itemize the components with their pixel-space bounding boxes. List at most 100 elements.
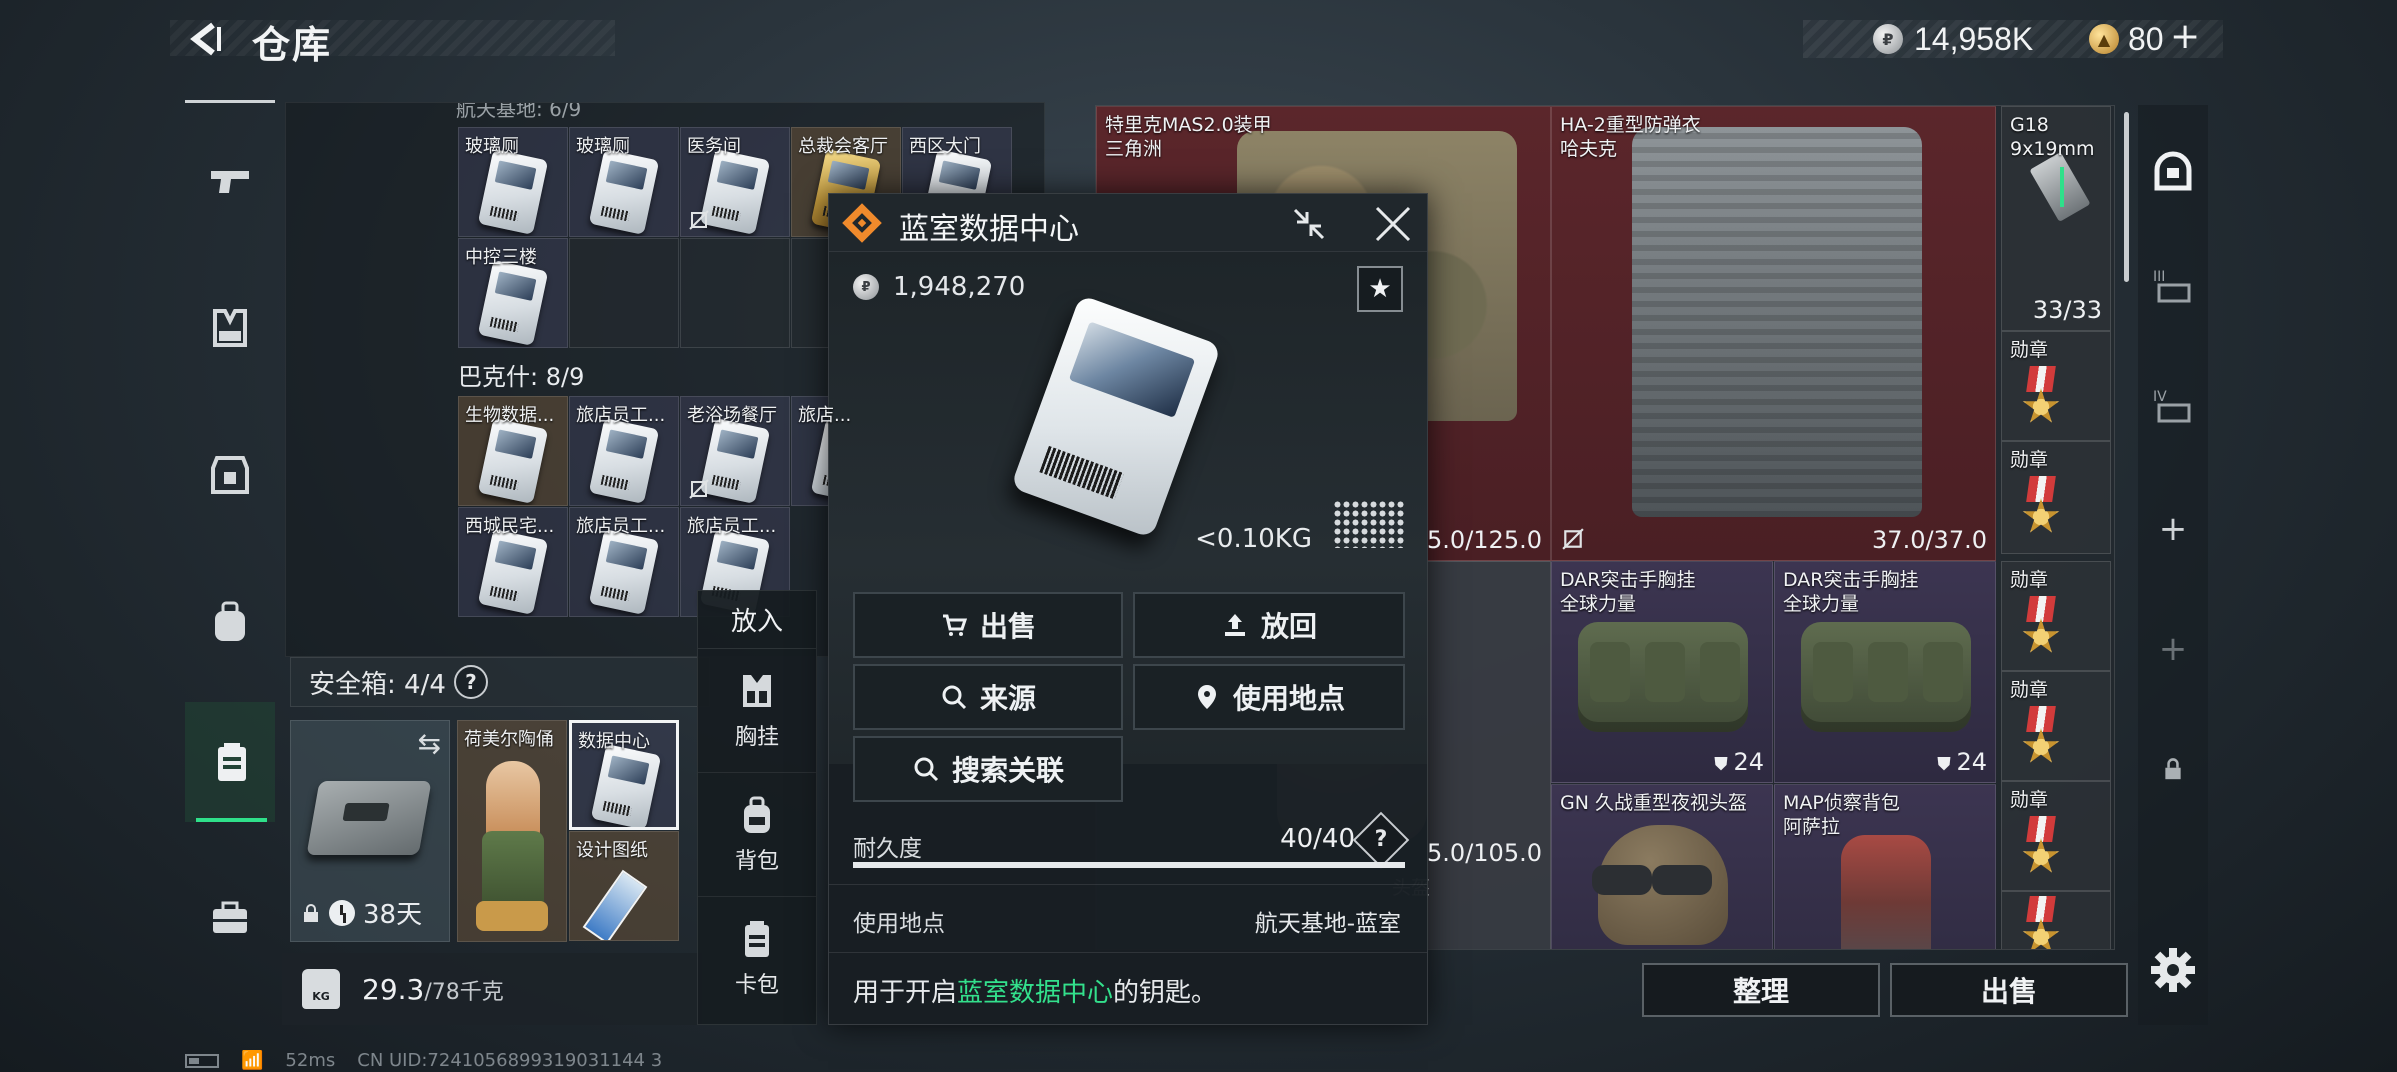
- search-related-label: 搜索关联: [951, 754, 1064, 787]
- keycard-image: [477, 418, 549, 504]
- pistol-laser: [2060, 167, 2064, 207]
- svg-text:IV: IV: [2153, 389, 2167, 405]
- source-button[interactable]: 来源: [853, 664, 1123, 730]
- backpack-slot[interactable]: MAP侦察背包 阿萨拉: [1774, 784, 1996, 949]
- wifi-icon: 📶: [241, 1050, 264, 1071]
- key-slot[interactable]: 中控三楼: [458, 238, 568, 348]
- item-size-grid-icon: [1333, 500, 1405, 548]
- medal-slot[interactable]: 勋章: [2001, 671, 2111, 781]
- use-location-button[interactable]: 使用地点: [1133, 664, 1405, 730]
- add-currency-button[interactable]: +: [2170, 16, 2200, 57]
- medal-slot[interactable]: 勋章: [2001, 331, 2111, 441]
- key-slot[interactable]: 医务间: [680, 127, 790, 237]
- equipment-icon: [2154, 151, 2192, 191]
- collapse-icon[interactable]: [1289, 204, 1329, 244]
- back-arrow-icon: [190, 22, 221, 56]
- armor2-durability: 37.0/37.0: [1872, 526, 1987, 554]
- safebox-label: 安全箱: 4/4: [309, 669, 446, 700]
- durability-help-button[interactable]: ?: [1352, 811, 1410, 869]
- nav-briefcase[interactable]: [185, 858, 275, 978]
- armor-slot-2[interactable]: HA-2重型防弹衣 哈夫克 37.0/37.0: [1551, 106, 1996, 561]
- pistol-slot[interactable]: G18 9x19mm 33/33: [2001, 106, 2111, 331]
- sell-cart-icon: [942, 614, 968, 636]
- settings-gear-icon[interactable]: [2148, 945, 2198, 995]
- lock-icon: [2165, 758, 2181, 780]
- figurine-slot[interactable]: 荷美尔陶俑: [457, 720, 567, 942]
- chest-rig-slot-2[interactable]: DAR突击手胸挂 全球力量 ⛊ 24: [1774, 561, 1996, 783]
- key-slot[interactable]: 旅店员工...: [569, 396, 679, 506]
- put-in-card-case[interactable]: 卡包: [698, 897, 816, 1021]
- chest-rig-slot-1[interactable]: DAR突击手胸挂 全球力量 ⛊ 24: [1551, 561, 1773, 783]
- use-location-row-label: 使用地点: [853, 911, 945, 937]
- key-slot[interactable]: 老浴场餐厅: [680, 396, 790, 506]
- medal-label: 勋章: [2010, 679, 2049, 701]
- nav-weapons[interactable]: [185, 120, 275, 240]
- desc-highlight: 蓝室数据中心: [957, 978, 1114, 1008]
- keycard-image: [588, 149, 660, 235]
- key-label: 旅店员工...: [576, 405, 666, 426]
- safebox-header: 安全箱: 4/4 ?: [290, 657, 710, 707]
- keycard-image: [477, 260, 549, 346]
- data-center-key-slot[interactable]: 数据中心: [569, 720, 679, 830]
- key-slot[interactable]: 玻璃厕: [458, 127, 568, 237]
- favorite-star-button[interactable]: ★: [1357, 266, 1403, 312]
- key-label: 西区大门: [909, 136, 981, 157]
- medal-slot[interactable]: 勋章: [2001, 781, 2111, 891]
- medal-slot[interactable]: [2001, 891, 2111, 949]
- item-price: ₽ 1,948,270: [853, 272, 1025, 302]
- safebox-help-button[interactable]: ?: [453, 665, 488, 699]
- medal-icon: [2016, 596, 2066, 654]
- rig1-count: 24: [1733, 748, 1764, 776]
- sell-all-button[interactable]: 出售: [1890, 963, 2128, 1017]
- nav-armor[interactable]: [185, 415, 275, 535]
- empty-slot[interactable]: [569, 238, 679, 348]
- key-slot[interactable]: 玻璃厕: [569, 127, 679, 237]
- key-label: 老浴场餐厅: [687, 405, 777, 426]
- nav-chest-rig[interactable]: [185, 268, 275, 388]
- backpack-image: [1841, 835, 1931, 949]
- sort-button[interactable]: 整理: [1642, 963, 1880, 1017]
- rig2-label: DAR突击手胸挂 全球力量: [1783, 569, 1919, 615]
- put-in-menu: 放入 胸挂 背包 卡包: [697, 590, 817, 1025]
- sell-button[interactable]: 出售: [853, 592, 1123, 658]
- tab-loadout-4[interactable]: IV: [2138, 360, 2208, 450]
- empty-slot[interactable]: [680, 238, 790, 348]
- key-label: 旅店...: [798, 405, 852, 426]
- medal-icon: [2016, 476, 2066, 534]
- weight-bar: KG 29.3/78千克: [282, 953, 702, 1025]
- silver-currency-amount: 14,958K: [1914, 21, 2034, 57]
- rig1-label: DAR突击手胸挂 全球力量: [1560, 569, 1696, 615]
- use-location-label: 使用地点: [1232, 682, 1345, 715]
- key-label: 西城民宅...: [465, 516, 555, 537]
- medal-slot[interactable]: 勋章: [2001, 441, 2111, 554]
- svg-text:III: III: [2153, 269, 2165, 285]
- key-label: 生物数据...: [465, 405, 555, 426]
- nav-backpack[interactable]: [185, 562, 275, 682]
- tab-loadout-3[interactable]: III: [2138, 240, 2208, 330]
- medal-slot[interactable]: 勋章: [2001, 561, 2111, 671]
- search-related-button[interactable]: 搜索关联: [853, 736, 1123, 802]
- put-in-backpack[interactable]: 背包: [698, 773, 816, 897]
- option-label: 背包: [734, 848, 779, 874]
- key-slot[interactable]: 旅店员工...: [569, 507, 679, 617]
- safebox-case[interactable]: ⇆ 38天: [290, 720, 450, 942]
- search-icon: [914, 757, 939, 782]
- key-slot[interactable]: 西城民宅...: [458, 507, 568, 617]
- item-price-value: 1,948,270: [893, 272, 1026, 302]
- popup-title: 蓝室数据中心: [899, 212, 1079, 247]
- helmet-slot-2[interactable]: GN 久战重型夜视头盔: [1551, 784, 1773, 949]
- return-button[interactable]: 放回: [1133, 592, 1405, 658]
- swap-icon[interactable]: ⇆: [418, 727, 441, 760]
- backpack-icon: [215, 601, 245, 641]
- tab-equipment[interactable]: [2138, 125, 2208, 215]
- armor-icon: [211, 456, 249, 494]
- add-tab-button[interactable]: +: [2138, 484, 2208, 574]
- back-button[interactable]: [182, 14, 232, 64]
- key-slot[interactable]: 生物数据...: [458, 396, 568, 506]
- blueprint-slot[interactable]: 设计图纸: [569, 831, 679, 941]
- put-in-chest-rig[interactable]: 胸挂: [698, 649, 816, 773]
- loadout-scrollbar[interactable]: [2124, 112, 2129, 282]
- nav-card-case[interactable]: [185, 702, 275, 822]
- close-icon[interactable]: [1371, 202, 1415, 246]
- gold-coin-icon: ▲: [2089, 24, 2119, 54]
